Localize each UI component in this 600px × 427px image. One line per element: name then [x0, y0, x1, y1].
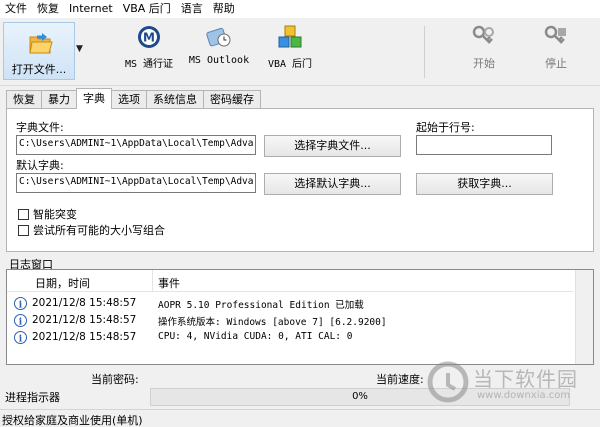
log-event: CPU: 4, NVidia CUDA: 0, ATI CAL: 0	[158, 331, 353, 342]
stop-label: 停止	[545, 57, 567, 70]
info-icon: i	[14, 314, 27, 327]
log-row[interactable]: i 2021/12/8 15:48:57 AOPR 5.10 Professio…	[7, 295, 573, 312]
vba-cubes-icon	[278, 25, 302, 48]
log-window[interactable]: 日期，时间 事件 i 2021/12/8 15:48:57 AOPR 5.10 …	[6, 269, 594, 365]
stop-button[interactable]: 停止	[534, 22, 578, 80]
svg-text:i: i	[19, 301, 23, 311]
svg-text:M: M	[143, 31, 155, 45]
tab-password-cache[interactable]: 密码缓存	[203, 90, 261, 109]
menu-recover[interactable]: 恢复	[32, 0, 64, 18]
menu-vba-backdoor[interactable]: VBA 后门	[118, 0, 176, 18]
col-event-header[interactable]: 事件	[158, 275, 180, 291]
dict-file-label: 字典文件:	[16, 121, 64, 134]
log-row[interactable]: i 2021/12/8 15:48:57 CPU: 4, NVidia CUDA…	[7, 329, 573, 346]
tab-bar: 恢复 暴力 字典 选项 系统信息 密码缓存	[6, 88, 261, 109]
start-button[interactable]: 开始	[462, 22, 506, 80]
case-combos-label: 尝试所有可能的大小写组合	[33, 224, 165, 237]
current-speed-label: 当前速度:	[376, 373, 424, 386]
case-combos-checkbox[interactable]: 尝试所有可能的大小写组合	[18, 222, 165, 238]
ms-passport-label: MS 通行证	[124, 59, 174, 70]
status-bar: 授权给家庭及商业使用(单机)	[0, 409, 600, 427]
start-line-input[interactable]	[416, 135, 552, 155]
log-event: AOPR 5.10 Professional Edition 已加载	[158, 300, 364, 311]
vba-backdoor-label: VBA 后门	[267, 59, 313, 70]
dict-file-input[interactable]: C:\Users\ADMINI~1\AppData\Local\Temp\Adv…	[16, 135, 256, 155]
menu-file[interactable]: 文件	[0, 0, 32, 18]
column-divider[interactable]	[152, 270, 153, 292]
log-event: 操作系统版本: Windows [above 7] [6.2.9200]	[158, 317, 387, 328]
start-label: 开始	[473, 57, 495, 70]
outlook-clock-icon	[206, 27, 231, 47]
tab-dictionary[interactable]: 字典	[76, 88, 112, 109]
info-icon: i	[14, 331, 27, 344]
start-line-label: 起始于行号:	[416, 121, 475, 134]
get-dict-button[interactable]: 获取字典...	[416, 173, 553, 195]
vba-backdoor-button[interactable]: VBA 后门	[262, 22, 318, 80]
toolbar-separator	[424, 26, 425, 78]
log-datetime: 2021/12/8 15:48:57	[32, 314, 137, 326]
watermark-text: 当下软件园	[473, 367, 578, 391]
menu-language[interactable]: 语言	[176, 0, 208, 18]
log-datetime: 2021/12/8 15:48:57	[32, 297, 137, 309]
toolbar: 打开文件... ▼ M MS 通行证 MS Outlook VBA 后门 开始 …	[0, 18, 600, 86]
smart-mutation-label: 智能突变	[33, 208, 77, 221]
dictionary-panel: 字典文件: C:\Users\ADMINI~1\AppData\Local\Te…	[6, 108, 594, 252]
checkbox-box[interactable]	[18, 208, 29, 220]
info-icon: i	[14, 297, 27, 310]
log-scrollbar[interactable]	[575, 270, 593, 364]
watermark-logo-icon	[427, 361, 469, 403]
watermark: 当下软件园 www.downxia.com	[425, 357, 600, 409]
ms-outlook-label: MS Outlook	[188, 55, 250, 66]
log-row[interactable]: i 2021/12/8 15:48:57 操作系统版本: Windows [ab…	[7, 312, 573, 329]
progress-label: 进程指示器	[5, 391, 60, 404]
tab-recover[interactable]: 恢复	[6, 90, 42, 109]
svg-text:i: i	[19, 335, 23, 345]
license-text: 授权给家庭及商业使用(单机)	[2, 414, 143, 427]
menu-help[interactable]: 帮助	[208, 0, 240, 18]
menu-internet[interactable]: Internet	[64, 0, 118, 18]
open-folder-icon	[29, 33, 53, 54]
stop-keys-icon	[544, 25, 566, 44]
start-keys-icon	[472, 25, 494, 44]
col-datetime-header[interactable]: 日期，时间	[35, 275, 90, 291]
default-dict-label: 默认字典:	[16, 159, 64, 172]
current-password-label: 当前密码:	[91, 373, 139, 386]
default-dict-input[interactable]: C:\Users\ADMINI~1\AppData\Local\Temp\Adv…	[16, 173, 256, 193]
ms-passport-button[interactable]: M MS 通行证	[118, 22, 180, 80]
ms-passport-icon: M	[138, 26, 160, 48]
tab-system-info[interactable]: 系统信息	[146, 90, 204, 109]
checkbox-box[interactable]	[18, 224, 29, 236]
tab-options[interactable]: 选项	[111, 90, 147, 109]
smart-mutation-checkbox[interactable]: 智能突变	[18, 206, 77, 222]
tab-brute-force[interactable]: 暴力	[41, 90, 77, 109]
ms-outlook-button[interactable]: MS Outlook	[186, 22, 252, 80]
svg-text:i: i	[19, 318, 23, 328]
open-dropdown-arrow-icon[interactable]: ▼	[76, 44, 83, 54]
log-header: 日期，时间 事件	[7, 270, 573, 292]
menu-bar: 文件 恢复 Internet VBA 后门 语言 帮助	[0, 0, 600, 18]
open-file-label: 打开文件...	[11, 63, 67, 76]
watermark-url: www.downxia.com	[477, 390, 571, 401]
log-datetime: 2021/12/8 15:48:57	[32, 331, 137, 343]
open-file-button[interactable]: 打开文件...	[3, 22, 75, 80]
choose-dict-file-button[interactable]: 选择字典文件...	[264, 135, 401, 157]
choose-default-dict-button[interactable]: 选择默认字典...	[264, 173, 401, 195]
